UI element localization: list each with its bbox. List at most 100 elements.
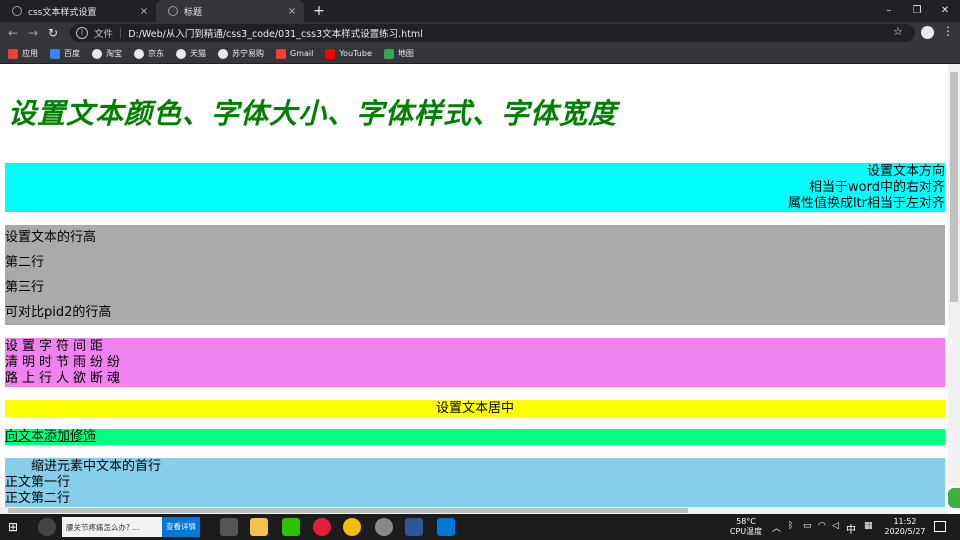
bookmark-suning[interactable]: 苏宁易购 — [218, 48, 264, 59]
globe-icon — [134, 48, 144, 59]
line-height-block: 设置文本的行高 第二行 第三行 可对比pid2的行高 — [5, 225, 945, 325]
settings-gear-icon[interactable] — [220, 518, 238, 536]
text-line: 相当于word中的右对齐 — [809, 180, 945, 195]
globe-icon — [176, 48, 186, 59]
view-details-button[interactable]: 查看详情 — [162, 517, 200, 537]
text-line: 清明时节雨纷纷 — [5, 355, 125, 370]
chrome-active-icon[interactable] — [375, 518, 393, 536]
close-icon[interactable]: × — [284, 6, 300, 17]
bookmark-label: 百度 — [64, 49, 80, 58]
back-button[interactable]: ← — [4, 24, 22, 42]
bookmark-label: 应用 — [22, 49, 38, 58]
baidu-icon — [50, 48, 60, 59]
profile-avatar[interactable] — [921, 26, 934, 39]
file-explorer-icon[interactable] — [250, 518, 268, 536]
bookmark-label: Gmail — [290, 49, 314, 58]
volume-icon[interactable]: ◁ — [832, 521, 839, 531]
windows-start-icon[interactable]: ⊞ — [8, 520, 22, 534]
floating-widget-icon[interactable] — [946, 486, 960, 510]
tab-biaoti[interactable]: 标题 × — [156, 0, 304, 22]
info-icon[interactable]: i — [76, 27, 88, 39]
clock-date: 2020/5/27 — [884, 527, 926, 536]
scrollbar-thumb[interactable] — [8, 508, 688, 513]
cpu-temp-label: CPU温度 — [729, 527, 763, 536]
taskbar-news-widget[interactable]: 腰关节疼痛怎么办? ... 查看详情 — [62, 517, 200, 537]
maps-icon — [383, 48, 394, 59]
keyboard-icon[interactable]: ▦ — [864, 521, 873, 531]
bookmark-taobao[interactable]: 淘宝 — [92, 48, 122, 59]
bookmarks-bar: 应用 百度 淘宝 京东 天猫 苏宁易购 Gmail YouTube 地图 — [0, 44, 960, 64]
ime-indicator[interactable]: 中 — [846, 521, 856, 536]
taskbar: ⊞ 腰关节疼痛怎么办? ... 查看详情 58°C CPU温度 ︿ ᛒ ▭ ◠ … — [0, 514, 960, 540]
address-url[interactable]: D:/Web/从入门到精通/css3_code/031_css3文本样式设置练习… — [128, 26, 423, 40]
apps-grid-icon — [8, 48, 18, 59]
text-line: 设置字符间距 — [5, 339, 108, 354]
youtube-icon — [325, 48, 336, 59]
bookmark-apps[interactable]: 应用 — [8, 48, 38, 59]
new-tab-button[interactable]: + — [310, 2, 328, 20]
bookmark-label: YouTube — [339, 49, 372, 58]
bookmark-label: 淘宝 — [106, 49, 122, 58]
close-icon[interactable]: × — [136, 6, 152, 17]
news-text: 腰关节疼痛怎么办? ... — [66, 522, 140, 532]
vscode-icon[interactable] — [437, 518, 455, 536]
bookmark-gmail[interactable]: Gmail — [276, 48, 314, 59]
reload-button[interactable]: ↻ — [44, 24, 62, 42]
netease-music-icon[interactable] — [313, 518, 331, 536]
text-line: 可对比pid2的行高 — [5, 305, 112, 320]
clock[interactable]: 11:52 2020/5/27 — [880, 517, 930, 537]
notification-icon[interactable] — [934, 521, 946, 532]
letter-spacing-block: 设置字符间距 清明时节雨纷纷 路上行人欲断魂 — [5, 338, 945, 387]
tab-title: 标题 — [184, 7, 203, 18]
bookmark-label: 苏宁易购 — [232, 49, 264, 58]
wechat-icon[interactable] — [282, 518, 300, 536]
text-line: 第二行 — [5, 255, 45, 270]
text-line: 正文第一行 — [5, 475, 71, 490]
close-window-button[interactable]: ✕ — [928, 0, 960, 22]
address-separator: | — [119, 27, 123, 39]
bookmark-label: 天猫 — [190, 49, 206, 58]
tray-chevron-icon[interactable]: ︿ — [772, 521, 781, 534]
cpu-temp-widget[interactable]: 58°C CPU温度 — [728, 517, 764, 537]
page-heading: 设置文本颜色、字体大小、字体样式、字体宽度 — [8, 97, 618, 130]
browser-menu-icon[interactable]: ⋮ — [942, 24, 954, 38]
bookmark-star-icon[interactable]: ☆ — [893, 25, 903, 38]
battery-icon[interactable]: ▭ — [803, 521, 812, 531]
bookmark-maps[interactable]: 地图 — [383, 48, 414, 59]
forward-button[interactable]: → — [24, 24, 42, 42]
text-line: 第三行 — [5, 280, 45, 295]
text-line: 路上行人欲断魂 — [5, 371, 125, 386]
browser-toolbar: ← → ↻ i 文件 | D:/Web/从入门到精通/css3_code/031… — [0, 22, 960, 44]
text-decoration-block: 向文本添加修饰 — [5, 429, 945, 445]
text-direction-block: 设置文本方向 相当于word中的右对齐 属性值换成ltr相当于左对齐 — [5, 163, 945, 212]
tab-title: css文本样式设置 — [28, 7, 97, 18]
bookmark-youtube[interactable]: YouTube — [325, 48, 372, 59]
globe-icon — [168, 6, 178, 16]
app-launcher-icon[interactable] — [38, 518, 56, 536]
bookmark-label: 地图 — [397, 49, 414, 58]
chrome-icon[interactable] — [343, 518, 361, 536]
wifi-icon[interactable]: ◠ — [818, 521, 826, 531]
address-bar[interactable]: i 文件 | D:/Web/从入门到精通/css3_code/031_css3文… — [70, 24, 915, 42]
globe-icon — [12, 6, 22, 16]
scrollbar-thumb[interactable] — [950, 72, 958, 302]
cpu-temp-value: 58°C — [736, 517, 756, 526]
text-line: 设置文本方向 — [866, 164, 945, 179]
bookmark-tmall[interactable]: 天猫 — [176, 48, 206, 59]
word-icon[interactable] — [405, 518, 423, 536]
globe-icon — [92, 48, 102, 59]
clock-time: 11:52 — [893, 517, 917, 526]
text-line: 属性值换成ltr相当于左对齐 — [787, 196, 945, 211]
tab-css-text-styles[interactable]: css文本样式设置 × — [0, 0, 156, 22]
tray-app-icon[interactable]: ᛒ — [788, 521, 793, 531]
horizontal-scrollbar[interactable] — [0, 507, 948, 514]
bookmark-label: 京东 — [148, 49, 164, 58]
bookmark-baidu[interactable]: 百度 — [50, 48, 80, 59]
text-line: 缩进元素中文本的首行 — [31, 459, 162, 474]
tab-strip: css文本样式设置 × 标题 × + – ❐ ✕ — [0, 0, 960, 22]
text-line: 正文第二行 — [5, 491, 71, 506]
vertical-scrollbar[interactable] — [948, 64, 960, 507]
bookmark-jd[interactable]: 京东 — [134, 48, 164, 59]
text-center-block: 设置文本居中 — [5, 400, 945, 417]
text-line: 设置文本的行高 — [5, 230, 97, 245]
